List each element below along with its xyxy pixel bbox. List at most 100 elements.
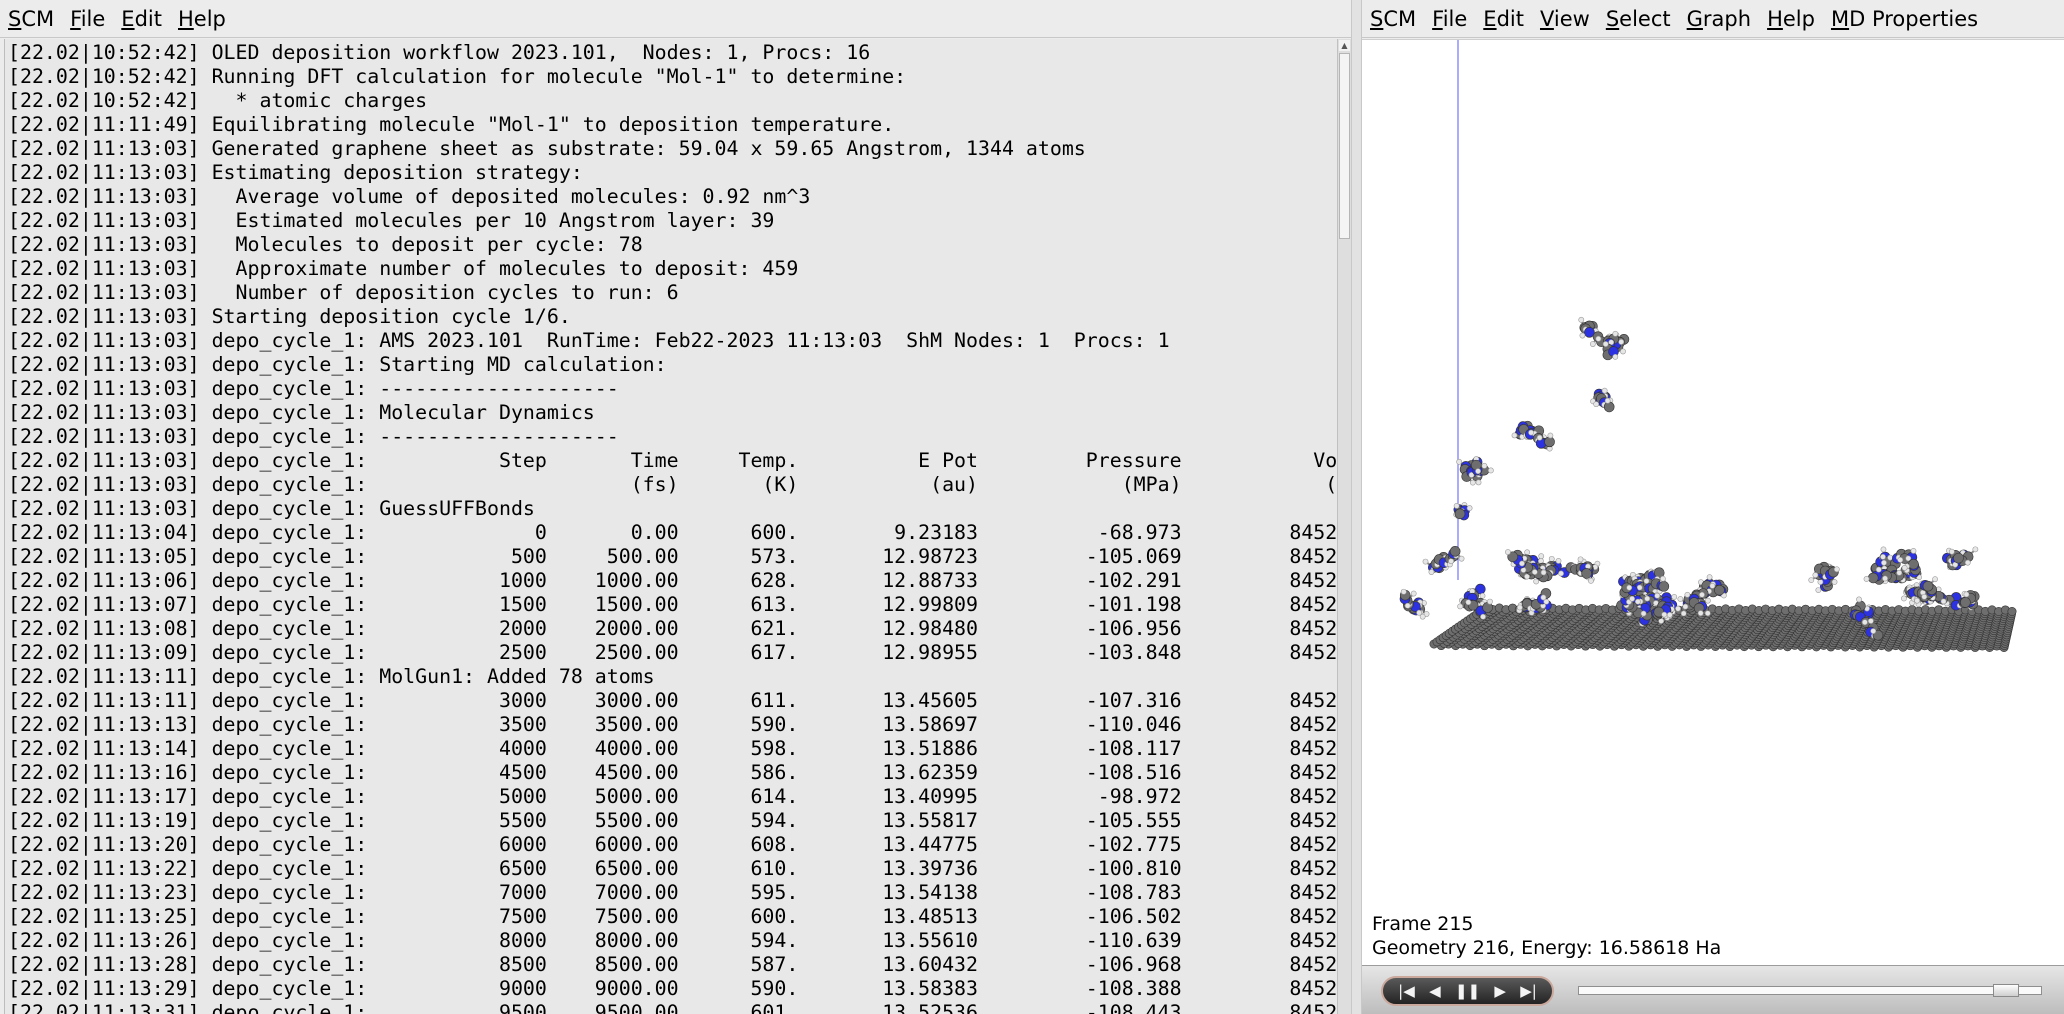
hydrogen-atom [1875,566,1882,573]
hydrogen-atom [1815,587,1822,594]
log-menu-file[interactable]: File [70,7,105,31]
hydrogen-atom [1861,619,1868,626]
log-menubar: SCM File Edit Help [0,0,1351,38]
log-window: SCM File Edit Help [22.02|10:52:42] OLED de… [0,0,1351,1014]
hydrogen-atom [1867,618,1874,624]
hydrogen-atom [1964,559,1971,566]
carbon-atom [1449,546,1461,557]
log-line: [22.02|11:13:03] depo_cycle_1: ---------… [8,425,619,448]
log-line: [22.02|11:13:07] depo_cycle_1: 1500 1500… [8,593,1338,616]
hydrogen-atom [1901,564,1908,571]
hydrogen-atom [1558,570,1564,577]
hydrogen-atom [1465,599,1472,606]
carbon-atom [2007,606,2017,616]
log-line: [22.02|11:13:22] depo_cycle_1: 6500 6500… [8,857,1338,880]
movie-menu-help[interactable]: Help [1767,7,1815,31]
hydrogen-atom [1709,582,1716,589]
hydrogen-atom [1579,332,1586,339]
hydrogen-atom [1588,577,1594,584]
hydrogen-atom [1626,584,1633,591]
log-line: [22.02|11:13:11] depo_cycle_1: 3000 3000… [8,689,1338,712]
hydrogen-atom [1932,576,1938,583]
log-scrollbar[interactable]: ▲ [1337,39,1351,1014]
hydrogen-atom [1547,432,1554,439]
hydrogen-atom [1640,610,1647,617]
log-line: [22.02|11:13:03] depo_cycle_1: GuessUFFB… [8,497,535,520]
hydrogen-atom [1644,595,1651,602]
hydrogen-atom [1536,434,1543,441]
hydrogen-atom [1666,611,1673,618]
hydrogen-atom [1654,592,1661,599]
hydrogen-atom [1538,553,1545,560]
hydrogen-atom [1887,554,1894,561]
hydrogen-atom [1457,603,1464,610]
log-line: [22.02|11:13:26] depo_cycle_1: 8000 8000… [8,929,1338,952]
hydrogen-atom [1880,553,1886,560]
log-line: [22.02|11:13:23] depo_cycle_1: 7000 7000… [8,881,1338,904]
hydrogen-atom [1589,341,1596,347]
step-forward-icon[interactable]: ▶ [1494,983,1506,999]
log-line: [22.02|10:52:42] OLED deposition workflo… [8,41,871,64]
movie-menu-scm[interactable]: SCM [1370,7,1416,31]
log-line: [22.02|11:13:11] depo_cycle_1: MolGun1: … [8,665,655,688]
movie-menu-edit[interactable]: Edit [1483,7,1524,31]
hydrogen-atom [1629,595,1635,602]
molecule-viewport[interactable]: Frame 215 Geometry 216, Energy: 16.58618… [1362,39,2064,966]
hydrogen-atom [1699,591,1705,598]
movie-menu-view[interactable]: View [1540,7,1590,31]
carbon-atom [1544,436,1555,448]
log-line: [22.02|11:13:03] Generated graphene shee… [8,137,1086,160]
hydrogen-atom [1706,574,1713,581]
log-line: [22.02|11:13:03] depo_cycle_1: Molecular… [8,401,595,424]
log-line: [22.02|11:13:03] Starting deposition cyc… [8,305,571,328]
hydrogen-atom [1880,546,1887,553]
log-line: [22.02|11:13:03] Molecules to deposit pe… [8,233,643,256]
hydrogen-atom [1453,502,1460,509]
pause-icon[interactable]: ❚❚ [1455,983,1480,999]
hydrogen-atom [1519,560,1525,567]
skip-to-start-icon[interactable]: |◀ [1398,983,1415,999]
hydrogen-atom [1856,596,1862,603]
hydrogen-atom [1921,593,1928,600]
hydrogen-atom [1671,594,1678,600]
hydrogen-atom [1448,558,1455,565]
frame-slider-thumb[interactable] [1993,984,2019,997]
log-line: [22.02|11:13:29] depo_cycle_1: 9000 9000… [8,977,1338,1000]
log-line: [22.02|11:13:28] depo_cycle_1: 8500 8500… [8,953,1338,976]
log-line: [22.02|11:13:03] Estimated molecules per… [8,209,775,232]
log-menu-edit[interactable]: Edit [121,7,162,31]
hydrogen-atom [1516,604,1523,611]
hydrogen-atom [1677,596,1684,602]
hydrogen-atom [1948,548,1955,555]
frame-slider[interactable] [1578,984,2042,997]
movie-menu-select[interactable]: Select [1606,7,1671,31]
hydrogen-atom [1604,397,1611,404]
hydrogen-atom [1601,387,1608,394]
pane-divider[interactable] [1351,0,1362,1014]
hydrogen-atom [1595,335,1602,342]
hydrogen-atom [1812,572,1819,578]
carbon-atom [1581,568,1592,579]
movie-menu-md-properties[interactable]: MD Properties [1831,7,1978,31]
geometry-label: Geometry 216, Energy: 16.58618 Ha [1372,937,1722,959]
molecule-scene [1399,40,2017,652]
hydrogen-atom [1577,556,1584,563]
log-line: [22.02|11:13:13] depo_cycle_1: 3500 3500… [8,713,1338,736]
scrollbar-thumb[interactable] [1339,53,1350,239]
step-back-icon[interactable]: ◀ [1429,983,1441,999]
hydrogen-atom [1466,505,1473,511]
log-menu-help[interactable]: Help [178,7,226,31]
movie-menu-graph[interactable]: Graph [1687,7,1751,31]
log-line: [22.02|10:52:42] * atomic charges [8,89,428,112]
log-output[interactable]: [22.02|10:52:42] OLED deposition workflo… [4,39,1338,1014]
hydrogen-atom [1487,467,1494,474]
carbon-atom [1454,508,1466,520]
scroll-up-icon[interactable]: ▲ [1339,40,1350,51]
hydrogen-atom [1548,555,1555,562]
skip-to-end-icon[interactable]: ▶| [1520,983,1537,999]
log-line: [22.02|11:13:03] depo_cycle_1: ---------… [8,377,619,400]
movie-menu-file[interactable]: File [1432,7,1467,31]
hydrogen-atom [1831,579,1838,585]
hydrogen-atom [1612,353,1619,360]
log-menu-scm[interactable]: SCM [8,7,54,31]
